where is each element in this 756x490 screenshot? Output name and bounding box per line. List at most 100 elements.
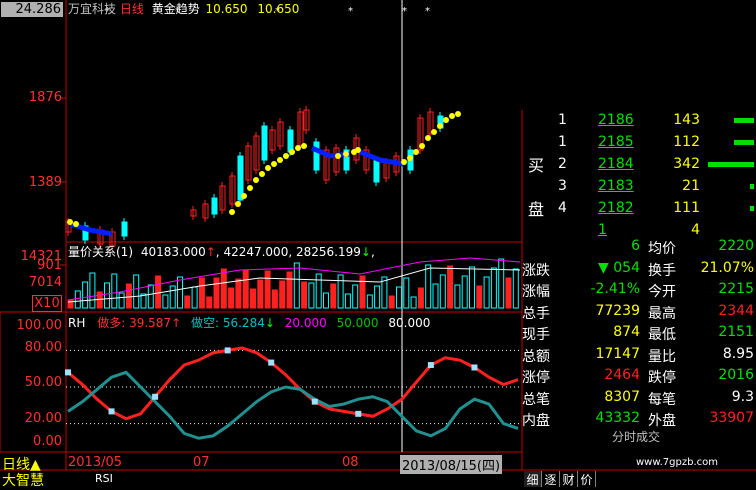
rsi-level-3: 80.000 bbox=[388, 316, 431, 330]
volume-bar bbox=[315, 273, 322, 309]
order-row: 1 2185 112 bbox=[522, 132, 754, 154]
stat-label: 量比 bbox=[648, 348, 676, 365]
stat-row: 6 均价 2220 bbox=[522, 236, 754, 258]
trend-dot bbox=[283, 153, 289, 159]
volume-tick-x10: X10 bbox=[32, 295, 62, 312]
rsi-long-value: 39.587 bbox=[129, 316, 172, 330]
volume-bar bbox=[476, 285, 483, 309]
stat-value: 2344 bbox=[718, 302, 754, 319]
trend-dot bbox=[419, 143, 425, 149]
stat-label: 外盘 bbox=[648, 413, 676, 429]
trend-dot bbox=[301, 143, 307, 149]
rsi-long-label: 做多: bbox=[97, 316, 126, 330]
tab-0[interactable]: 细 bbox=[524, 471, 542, 487]
stat-label: 最高 bbox=[648, 305, 676, 322]
up-arrow-icon: ↑ bbox=[205, 245, 216, 259]
stat-label: 涨跌 bbox=[522, 262, 550, 279]
volume-bar bbox=[498, 258, 505, 309]
stat-label: 最低 bbox=[648, 327, 676, 343]
order-volume-bar bbox=[708, 162, 754, 167]
volume-bar bbox=[308, 282, 315, 309]
volume-bar bbox=[483, 276, 490, 309]
trend-dot bbox=[355, 147, 361, 153]
volume-bar bbox=[242, 269, 249, 309]
rsi-marker bbox=[268, 359, 275, 366]
star-marker: * bbox=[402, 6, 407, 17]
star-marker: * bbox=[348, 6, 353, 17]
trend-dot bbox=[289, 149, 295, 155]
watermark: www.7gpzb.com bbox=[636, 457, 718, 468]
stat-row: 内盘 43332 外盘 33907 bbox=[522, 408, 754, 430]
volume-bar bbox=[118, 292, 125, 309]
chart-header: 万宜科技 日线 黄金趋势 10.650 10.650 bbox=[68, 0, 299, 17]
volume-bar bbox=[359, 275, 366, 309]
volume-bar bbox=[469, 266, 475, 309]
rsi-tick-0: 0.00 bbox=[33, 434, 62, 449]
rsi-level-2: 50.000 bbox=[336, 316, 379, 330]
volume-val1: 40183.000 bbox=[140, 245, 206, 259]
stat-row: 总手 77239 最高 2344 bbox=[522, 301, 754, 323]
stat-value: 874 bbox=[613, 324, 640, 340]
volume-bar bbox=[125, 283, 132, 309]
stat-label: 涨幅 bbox=[522, 284, 550, 300]
price-tick-top: 24.286 bbox=[1, 2, 63, 17]
trend-dot bbox=[265, 165, 271, 171]
tab-2[interactable]: 财 bbox=[560, 471, 578, 487]
trend-dot bbox=[229, 209, 235, 215]
rsi-short-label: 做空: bbox=[190, 316, 220, 330]
volume-bar bbox=[250, 288, 256, 309]
rsi-tick-80: 80.00 bbox=[24, 340, 62, 355]
volume-bar bbox=[162, 294, 169, 309]
stat-value: 2215 bbox=[718, 281, 754, 297]
volume-val2: 42247.000 bbox=[223, 245, 289, 259]
order-price: 2186 bbox=[598, 112, 634, 128]
period-text: 日线 bbox=[119, 2, 144, 16]
stat-label: 今开 bbox=[648, 284, 676, 300]
volume-bar bbox=[330, 283, 337, 309]
stat-value: ▼ 054 bbox=[598, 259, 640, 276]
trades-footer: 分时成交 bbox=[612, 430, 661, 444]
rsi-marker bbox=[152, 393, 159, 400]
stock-name: 万宜科技 bbox=[68, 2, 117, 16]
order-volume: 21 bbox=[682, 178, 700, 194]
trend-dot bbox=[343, 151, 349, 157]
volume-bar bbox=[220, 268, 227, 309]
trend-dot bbox=[277, 157, 283, 163]
volume-bar bbox=[213, 277, 220, 309]
tab-3[interactable]: 价 bbox=[578, 471, 596, 487]
volume-bar bbox=[439, 274, 446, 309]
rsi-short-value: 56.284 bbox=[222, 316, 265, 330]
volume-bar bbox=[235, 278, 242, 309]
volume-bar bbox=[410, 296, 417, 309]
volume-tick-7014: 7014 bbox=[28, 275, 62, 290]
stat-row: 总额 17147 量比 8.95 bbox=[522, 344, 754, 366]
indicator-tab-rsi[interactable]: RSI bbox=[95, 472, 113, 485]
volume-val3: 28256.199 bbox=[295, 245, 361, 259]
stat-value: 33907 bbox=[709, 410, 754, 426]
tab-1[interactable]: 逐 bbox=[542, 471, 560, 487]
volume-bar bbox=[104, 282, 110, 309]
rsi-marker bbox=[108, 408, 115, 415]
volume-bar bbox=[512, 268, 519, 309]
rsi-marker bbox=[471, 364, 478, 371]
stat-label: 跌停 bbox=[648, 370, 676, 386]
volume-bar bbox=[417, 287, 424, 309]
cursor-date-label: 2013/08/15(四) bbox=[400, 455, 503, 474]
volume-bar bbox=[155, 275, 162, 309]
trend-dot bbox=[67, 219, 73, 225]
volume-bar bbox=[191, 286, 198, 309]
trend-dot bbox=[253, 177, 259, 183]
order-volume: 111 bbox=[673, 200, 700, 216]
rsi-marker bbox=[224, 347, 231, 354]
indicator-val1: 10.650 bbox=[205, 2, 248, 16]
stat-value: 9.3 bbox=[731, 388, 754, 405]
trend-dot bbox=[401, 159, 407, 165]
stat-label: 均价 bbox=[648, 241, 676, 257]
stat-label: 每笔 bbox=[648, 391, 676, 408]
date-label-may: 2013/05 bbox=[68, 455, 123, 470]
quote-panel: 买 盘 1 2186 143 1 2185 112 2 2184 342 3 2183 21 4 2182… bbox=[522, 110, 756, 455]
stat-value: 2151 bbox=[718, 324, 754, 340]
stat-value: 2464 bbox=[604, 367, 640, 383]
stat-label: 现手 bbox=[522, 327, 550, 343]
order-row: 3 2183 21 bbox=[522, 176, 754, 198]
